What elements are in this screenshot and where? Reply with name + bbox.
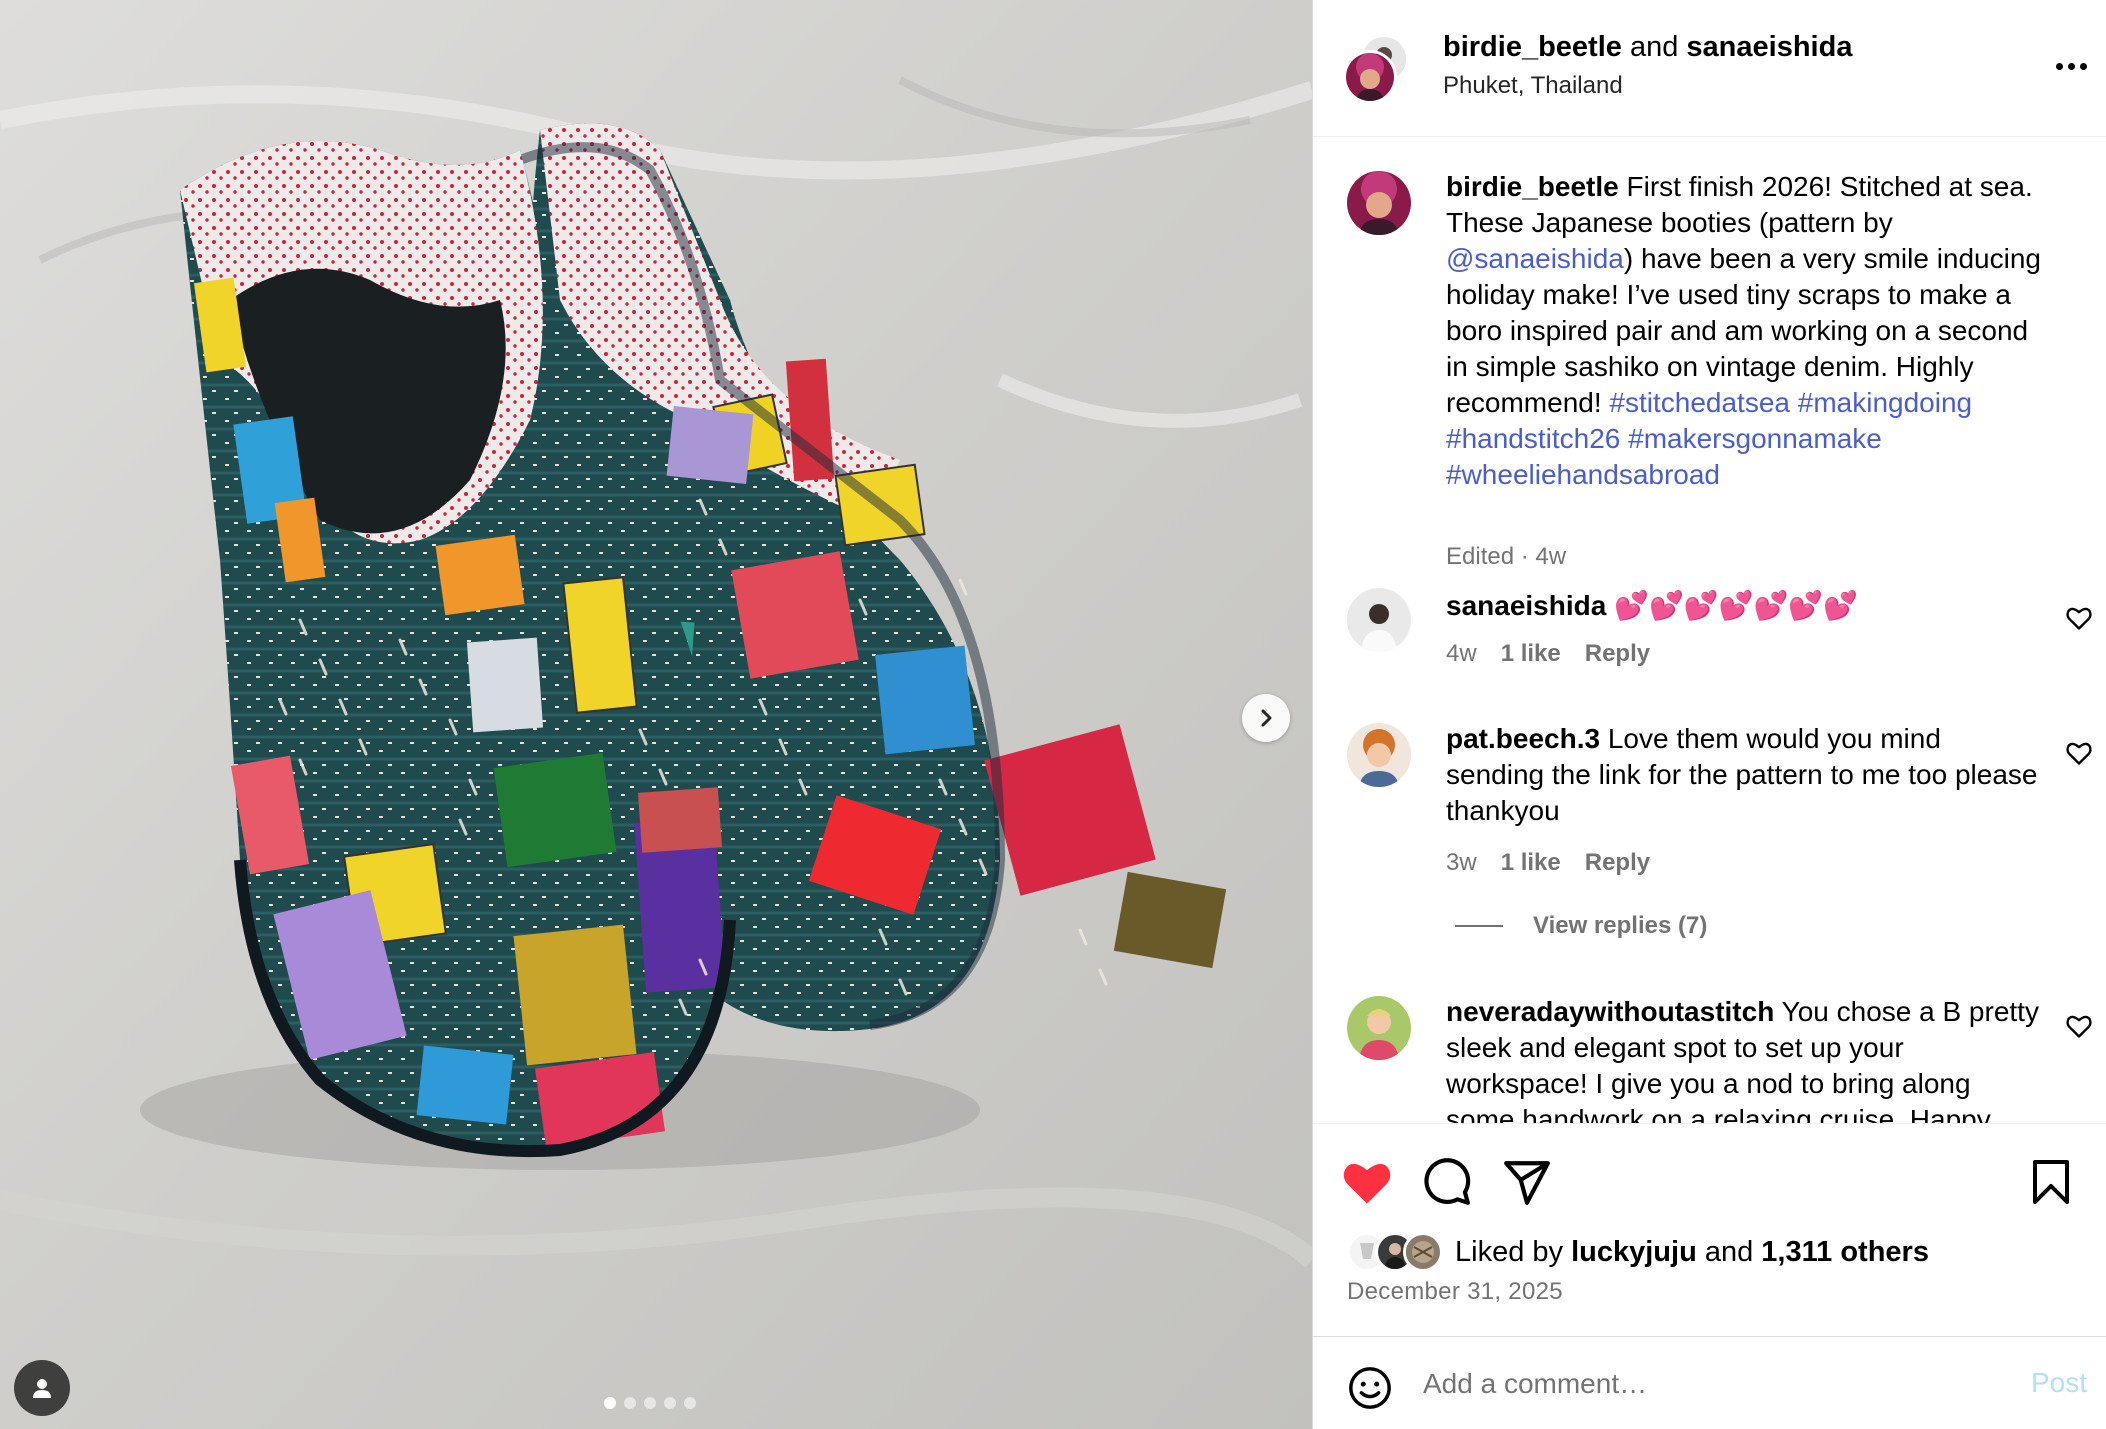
view-replies-button[interactable]: View replies (7) xyxy=(1455,912,1707,940)
comment-icon xyxy=(1424,1158,1471,1205)
caption-text: birdie_beetle First finish 2026! Stitche… xyxy=(1446,169,2046,493)
collaborator-username[interactable]: sanaeishida xyxy=(1686,31,1852,63)
more-icon-dot xyxy=(2067,62,2075,70)
comment-body: 💕💕💕💕💕💕💕 xyxy=(1614,590,1859,621)
post-sidebar: birdie_beetle and sanaeishida Phuket, Th… xyxy=(1312,0,2106,1429)
next-arrow-icon xyxy=(1261,709,1272,727)
comment-username[interactable]: neveradaywithoutastitch xyxy=(1446,996,1774,1027)
likes-summary: Liked by luckyjuju and 1,311 others xyxy=(1347,1232,1929,1272)
comment-text: pat.beech.3 Love them would you mind sen… xyxy=(1446,721,2046,829)
comment-username[interactable]: pat.beech.3 xyxy=(1446,723,1600,754)
add-comment-bar: Post xyxy=(1313,1336,2106,1429)
comments-list[interactable]: birdie_beetle First finish 2026! Stitche… xyxy=(1313,138,2106,1123)
caption-username[interactable]: birdie_beetle xyxy=(1446,171,1619,202)
likes-count[interactable]: 1,311 others xyxy=(1761,1236,1929,1268)
comment-text: sanaeishida 💕💕💕💕💕💕💕 xyxy=(1446,588,2046,624)
author-username[interactable]: birdie_beetle xyxy=(1443,31,1622,63)
avatar[interactable] xyxy=(1347,723,1411,787)
view-replies-label: View replies (7) xyxy=(1533,912,1708,939)
caption-edited-time: Edited · 4w xyxy=(1446,543,1567,570)
heart-icon[interactable] xyxy=(2065,604,2093,632)
more-options-button[interactable] xyxy=(2051,54,2091,78)
post-actions: Liked by luckyjuju and 1,311 others Dece… xyxy=(1313,1123,2106,1337)
caption-mention[interactable]: @sanaeishida xyxy=(1446,243,1624,274)
replies-divider xyxy=(1455,925,1503,927)
reply-button[interactable]: Reply xyxy=(1585,849,1650,877)
comment-button[interactable] xyxy=(1419,1154,1475,1210)
like-button[interactable] xyxy=(1339,1154,1395,1210)
avatar[interactable] xyxy=(1403,1232,1443,1272)
avatar[interactable] xyxy=(1347,996,1411,1060)
caption-meta: Edited · 4w xyxy=(1446,543,1566,571)
heart-icon xyxy=(1343,1163,1391,1204)
share-button[interactable] xyxy=(1499,1154,1555,1210)
bookmark-icon xyxy=(2033,1160,2069,1204)
comment-time: 3w xyxy=(1446,849,1477,876)
user-tag-icon xyxy=(33,1379,51,1398)
user-tags-button[interactable] xyxy=(14,1360,70,1416)
next-image-button[interactable] xyxy=(1242,694,1290,742)
post-photo xyxy=(0,0,1312,1429)
post-comment-button[interactable]: Post xyxy=(2031,1367,2087,1399)
heart-icon[interactable] xyxy=(2065,739,2093,767)
more-icon xyxy=(2055,62,2063,70)
comment-text: neveradaywithoutastitch You chose a B pr… xyxy=(1446,994,2046,1123)
likes-conj: and xyxy=(1704,1235,1754,1268)
likes-text[interactable]: Liked by luckyjuju and 1,311 others xyxy=(1455,1236,1929,1269)
comment-time: 4w xyxy=(1446,640,1477,667)
heart-icon[interactable] xyxy=(2065,1012,2093,1040)
avatar[interactable] xyxy=(1343,50,1397,104)
comment-meta: 3w 1 like Reply xyxy=(1446,849,1650,877)
carousel-indicator xyxy=(604,1397,696,1409)
likes-prefix: Liked by xyxy=(1455,1235,1564,1268)
hashtag[interactable]: #wheeliehandsabroad xyxy=(1446,459,1720,490)
comment-likes[interactable]: 1 like xyxy=(1501,640,1561,668)
post-media[interactable] xyxy=(0,0,1312,1429)
post-authors: birdie_beetle and sanaeishida xyxy=(1443,31,1852,64)
hashtag[interactable]: #handstitch26 xyxy=(1446,423,1620,454)
hashtag[interactable]: #stitchedatsea xyxy=(1609,387,1790,418)
comment-meta: 4w 1 like Reply xyxy=(1446,640,1650,668)
save-button[interactable] xyxy=(2023,1154,2079,1210)
post-date[interactable]: December 31, 2025 xyxy=(1347,1278,1563,1306)
carousel-dot xyxy=(684,1397,696,1409)
collab-avatars[interactable] xyxy=(1343,34,1415,104)
carousel-dot xyxy=(644,1397,656,1409)
hashtag[interactable]: #makingdoing xyxy=(1798,387,1972,418)
hashtag[interactable]: #makersgonnamake xyxy=(1628,423,1882,454)
comment-username[interactable]: sanaeishida xyxy=(1446,590,1606,621)
comment-likes[interactable]: 1 like xyxy=(1501,849,1561,877)
carousel-dot xyxy=(664,1397,676,1409)
carousel-dot xyxy=(624,1397,636,1409)
authors-conjunction: and xyxy=(1629,31,1679,63)
comment-input[interactable] xyxy=(1423,1359,1963,1409)
post-header: birdie_beetle and sanaeishida Phuket, Th… xyxy=(1313,0,2106,137)
post-location[interactable]: Phuket, Thailand xyxy=(1443,72,1623,100)
avatar[interactable] xyxy=(1347,171,1411,235)
emoji-icon[interactable] xyxy=(1347,1365,1393,1411)
reply-button[interactable]: Reply xyxy=(1585,640,1650,668)
share-icon xyxy=(1504,1161,1550,1205)
avatar[interactable] xyxy=(1347,588,1411,652)
carousel-dot xyxy=(604,1397,616,1409)
liker-username[interactable]: luckyjuju xyxy=(1571,1236,1697,1268)
more-icon-dot xyxy=(2079,62,2087,70)
